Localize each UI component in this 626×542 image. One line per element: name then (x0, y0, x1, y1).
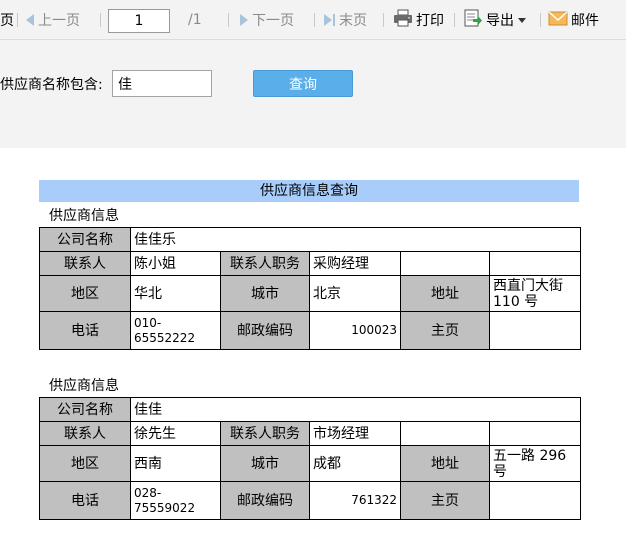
address-label: 地址 (400, 275, 490, 312)
last-page-button[interactable]: 末页 (324, 0, 367, 40)
section-label: 供应商信息 (49, 378, 119, 394)
region-value: 华北 (130, 275, 221, 312)
total-pages-text: /1 (188, 12, 202, 28)
next-page-button[interactable]: 下一页 (240, 0, 294, 40)
page-number-input[interactable] (108, 9, 170, 33)
address-value: 西直门大街 110 号 (488, 275, 582, 312)
postal-value: 761322 (309, 481, 401, 520)
toolbar-separator (100, 13, 101, 27)
report-title: 供应商信息查询 (39, 180, 579, 202)
next-page-label: 下一页 (252, 13, 294, 29)
phone-value: 028-75559022 (130, 481, 221, 520)
table-row: 公司名称 佳佳 (39, 397, 581, 422)
phone-value: 010-65552222 (130, 311, 221, 350)
table-row: 电话 010-65552222 邮政编码 100023 主页 (39, 311, 582, 350)
contact-label: 联系人 (39, 251, 131, 276)
homepage-label: 主页 (400, 481, 490, 520)
next-arrow-icon (240, 14, 248, 26)
table-row: 地区 华北 城市 北京 地址 西直门大街 110 号 (39, 275, 582, 312)
postal-label: 邮政编码 (220, 481, 310, 520)
email-button[interactable]: 邮件 (548, 0, 599, 40)
last-bar-icon (333, 14, 335, 26)
empty-cell (488, 251, 582, 276)
toolbar-separator (228, 13, 229, 27)
table-row: 电话 028-75559022 邮政编码 761322 主页 (39, 481, 581, 520)
contact-title-value: 市场经理 (309, 421, 401, 446)
supplier-name-input[interactable] (112, 70, 212, 97)
toolbar-separator (540, 13, 541, 27)
report-toolbar: 页 上一页 /1 下一页 末页 打印 (0, 0, 626, 40)
email-label: 邮件 (571, 13, 599, 29)
toolbar-separator (383, 13, 384, 27)
print-label: 打印 (416, 13, 444, 29)
search-panel: 供应商名称包含: 查询 (0, 40, 626, 148)
printer-icon (393, 9, 413, 31)
company-value: 佳佳乐 (129, 227, 582, 252)
export-label: 导出 (486, 13, 514, 29)
company-value: 佳佳 (130, 397, 581, 422)
export-icon (463, 8, 483, 32)
phone-label: 电话 (39, 481, 131, 520)
homepage-value (488, 311, 582, 350)
toolbar-separator (17, 13, 18, 27)
address-label: 地址 (400, 445, 490, 482)
first-page-label: 页 (0, 13, 14, 29)
region-label: 地区 (39, 445, 131, 482)
phone-label: 电话 (39, 311, 131, 350)
contact-title-label: 联系人职务 (220, 251, 310, 276)
homepage-value (489, 481, 581, 520)
total-pages: /1 (188, 0, 202, 40)
contact-value: 陈小姐 (130, 251, 221, 276)
last-page-label: 末页 (339, 13, 367, 29)
contact-title-value: 采购经理 (309, 251, 401, 276)
export-button[interactable]: 导出 (463, 0, 526, 40)
postal-value: 100023 (309, 311, 401, 350)
supplier-table: 公司名称 佳佳乐 联系人 陈小姐 联系人职务 采购经理 地区 华北 城市 北京 … (39, 227, 582, 350)
section-label: 供应商信息 (49, 208, 119, 224)
address-value: 五一路 296 号 (489, 445, 581, 482)
prev-page-label: 上一页 (38, 13, 80, 29)
chevron-down-icon (518, 17, 526, 23)
table-row: 联系人 徐先生 联系人职务 市场经理 (39, 421, 581, 446)
city-label: 城市 (220, 445, 310, 482)
region-value: 西南 (130, 445, 221, 482)
first-page-button[interactable]: 页 (0, 0, 14, 40)
contact-label: 联系人 (39, 421, 131, 446)
company-label: 公司名称 (39, 397, 131, 422)
city-value: 北京 (309, 275, 401, 312)
toolbar-separator (454, 13, 455, 27)
prev-arrow-icon (26, 14, 34, 26)
contact-title-label: 联系人职务 (220, 421, 310, 446)
prev-page-button[interactable]: 上一页 (26, 0, 80, 40)
region-label: 地区 (39, 275, 131, 312)
company-label: 公司名称 (39, 227, 131, 252)
print-button[interactable]: 打印 (393, 0, 444, 40)
toolbar-separator (314, 13, 315, 27)
city-label: 城市 (220, 275, 310, 312)
table-row: 地区 西南 城市 成都 地址 五一路 296 号 (39, 445, 581, 482)
table-row: 公司名称 佳佳乐 (39, 227, 582, 252)
city-value: 成都 (309, 445, 401, 482)
empty-cell (400, 251, 490, 276)
empty-cell (400, 421, 490, 446)
supplier-table: 公司名称 佳佳 联系人 徐先生 联系人职务 市场经理 地区 西南 城市 成都 地… (39, 397, 581, 520)
last-arrow-icon (324, 14, 332, 26)
contact-value: 徐先生 (130, 421, 221, 446)
query-button[interactable]: 查询 (253, 70, 353, 97)
homepage-label: 主页 (400, 311, 490, 350)
table-row: 联系人 陈小姐 联系人职务 采购经理 (39, 251, 582, 276)
search-label: 供应商名称包含: (0, 77, 103, 93)
envelope-icon (548, 10, 568, 30)
postal-label: 邮政编码 (220, 311, 310, 350)
empty-cell (489, 421, 581, 446)
